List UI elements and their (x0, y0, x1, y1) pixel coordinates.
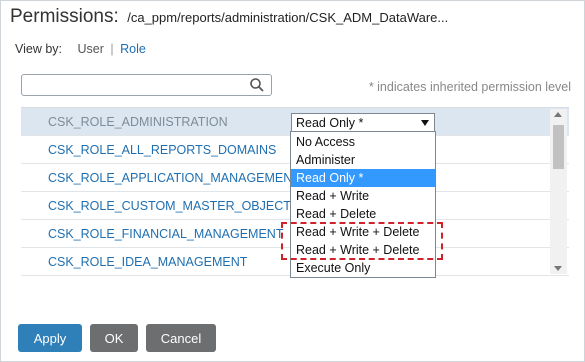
role-name[interactable]: CSK_ROLE_APPLICATION_MANAGEMENT (48, 171, 300, 185)
option-read-write[interactable]: Read + Write (291, 187, 435, 205)
annotation-highlight-box (281, 222, 443, 260)
chevron-down-icon[interactable] (421, 120, 429, 126)
apply-button[interactable]: Apply (18, 324, 82, 352)
view-by-role-link[interactable]: Role (120, 42, 146, 56)
role-name: CSK_ROLE_ADMINISTRATION (48, 115, 228, 129)
page-title: Permissions: /ca_ppm/reports/administrat… (10, 6, 448, 28)
scroll-up-icon[interactable] (554, 112, 562, 117)
view-by-toggle: View by: User | Role (15, 42, 146, 56)
permission-select[interactable]: Read Only * (291, 113, 435, 133)
inherited-hint: * indicates inherited permission level (368, 80, 571, 94)
scroll-thumb[interactable] (553, 125, 564, 169)
ok-button[interactable]: OK (90, 324, 138, 352)
cancel-button[interactable]: Cancel (146, 324, 216, 352)
permission-select-value: Read Only * (296, 116, 364, 130)
option-no-access[interactable]: No Access (291, 133, 435, 151)
title-label: Permissions: (10, 6, 119, 27)
option-read-delete[interactable]: Read + Delete (291, 205, 435, 223)
role-name[interactable]: CSK_ROLE_CUSTOM_MASTER_OBJECTS (48, 199, 299, 213)
option-read-only[interactable]: Read Only * (291, 169, 435, 187)
resource-path: /ca_ppm/reports/administration/CSK_ADM_D… (127, 10, 449, 25)
list-scrollbar[interactable] (550, 109, 567, 274)
search-input[interactable] (21, 74, 272, 96)
option-administer[interactable]: Administer (291, 151, 435, 169)
option-execute-only[interactable]: Execute Only (291, 259, 435, 277)
role-name[interactable]: CSK_ROLE_FINANCIAL_MANAGEMENT (48, 227, 283, 241)
search-icon[interactable] (249, 77, 265, 93)
view-by-user-link[interactable]: User (78, 42, 104, 56)
scroll-down-icon[interactable] (554, 266, 562, 271)
view-by-label: View by: (15, 42, 63, 56)
role-name[interactable]: CSK_ROLE_IDEA_MANAGEMENT (48, 255, 247, 269)
role-name[interactable]: CSK_ROLE_ALL_REPORTS_DOMAINS (48, 143, 276, 157)
view-by-separator: | (110, 42, 114, 56)
